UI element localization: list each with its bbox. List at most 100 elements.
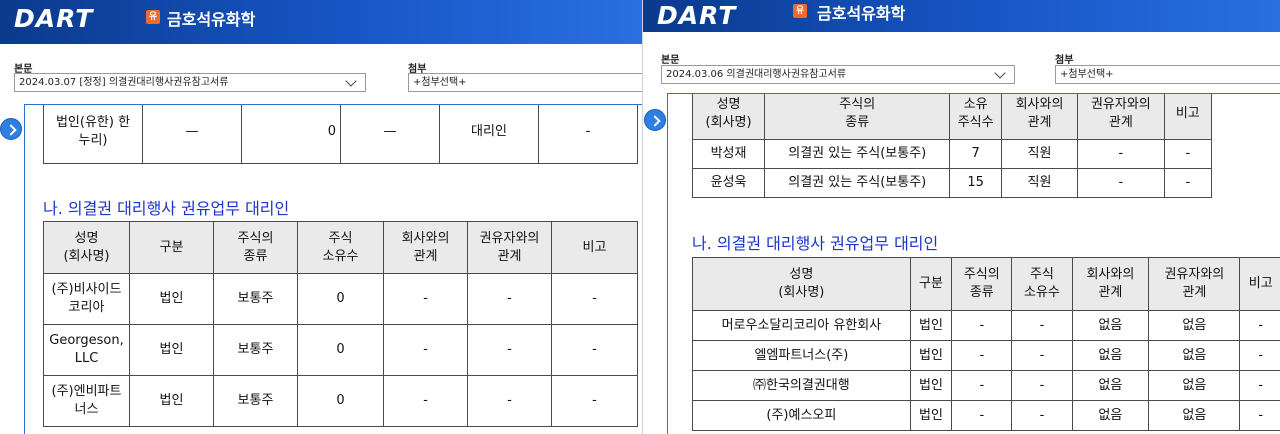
col-note: 비고 — [1239, 257, 1280, 311]
table-cell: - — [1011, 370, 1073, 401]
table-cell: 없음 — [1071, 340, 1150, 371]
col-solicitor-rel: 권유자와의 관계 — [1077, 94, 1165, 140]
table-cell: 7 — [949, 139, 1002, 169]
table-cell: - — [383, 375, 468, 427]
dart-logo[interactable]: DART — [657, 1, 736, 30]
table-cell: 0 — [297, 375, 384, 427]
table-row: (주)비사이드코리아 법인 보통주 0 - - - — [43, 273, 638, 325]
table-cell: 머로우소달리코리아 유한회사 — [692, 310, 911, 341]
table-cell: 엘엠파트너스(주) — [692, 340, 911, 371]
table-cell: 없음 — [1148, 370, 1241, 401]
table-cell: 0 — [297, 273, 384, 325]
table-cell: - — [1011, 400, 1073, 431]
dart-logo[interactable]: DART — [14, 4, 93, 33]
col-name: 성명 (회사명) — [691, 94, 766, 140]
col-shares: 소유 주식수 — [949, 94, 1002, 140]
table-cell: 법인 — [129, 375, 214, 427]
table-cell: 없음 — [1071, 400, 1150, 431]
table-cell: - — [1239, 310, 1280, 341]
table-cell: 직원 — [1000, 139, 1079, 169]
col-stock-type: 주식의 종류 — [951, 257, 1013, 311]
table-cell: - — [1077, 139, 1165, 169]
table-cell: 의결권 있는 주식(보통주) — [764, 168, 951, 198]
table-cell: - — [467, 324, 552, 376]
col-name: 성명 (회사명) — [692, 257, 911, 311]
table-cell: 15 — [949, 168, 1002, 198]
col-note: 비고 — [1163, 94, 1213, 140]
table-row: (주)예스오피 법인 - - 없음 없음 - — [692, 400, 1280, 431]
table-cell: - — [538, 105, 638, 164]
proxy-agent-table: 성명 (회사명) 구분 주식의 종류 주식 소유수 회사와의 관계 권유자와의 … — [692, 257, 1280, 431]
main-doc-select-value: 2024.03.07 [정정] 의결권대리행사권유참고서류 — [19, 77, 229, 88]
expand-toc-button[interactable] — [0, 118, 22, 140]
col-stock-type: 주식의 종류 — [764, 94, 951, 140]
left-document-pane: DART 유 금호석유화학 본문 2024.03.07 [정정] 의결권대리행사… — [0, 0, 642, 434]
table-header-row: 성명 (회사명) 구분 주식의 종류 주식 소유수 회사와의 관계 권유자와의 … — [692, 257, 1280, 311]
table-cell: ㈜한국의결권대행 — [692, 370, 911, 401]
table-cell: 법인 — [129, 273, 214, 325]
dart-header-bar: DART 유 금호석유화학 — [0, 0, 642, 44]
table-cell: 보통주 — [213, 375, 298, 427]
table-cell: 보통주 — [213, 273, 298, 325]
table-cell: 윤성욱 — [691, 168, 766, 198]
company-name[interactable]: 금호석유화학 — [817, 0, 905, 24]
col-note: 비고 — [551, 221, 638, 274]
col-type: 구분 — [909, 257, 953, 311]
table-cell: 없음 — [1071, 310, 1150, 341]
solicitor-table: 성명 (회사명) 주식의 종류 소유 주식수 회사와의 관계 권유자와의 관계 … — [691, 94, 1213, 198]
table-header-row: 성명 (회사명) 주식의 종류 소유 주식수 회사와의 관계 권유자와의 관계 … — [691, 94, 1213, 140]
col-solicitor-rel: 권유자와의 관계 — [467, 221, 552, 274]
col-shares: 주식 소유수 — [1011, 257, 1073, 311]
col-stock-type: 주식의 종류 — [213, 221, 298, 274]
table-cell: (주)예스오피 — [692, 400, 911, 431]
col-company-rel: 회사와의 관계 — [1071, 257, 1150, 311]
table-cell: - — [951, 340, 1013, 371]
company-type-badge: 유 — [793, 4, 807, 18]
prior-table: 법인(유한) 한 누리) — 0 — 대리인 - — [43, 105, 638, 164]
col-name: 성명 (회사명) — [43, 221, 130, 274]
table-cell: 법인(유한) 한 누리) — [43, 105, 143, 164]
main-doc-select[interactable]: 2024.03.07 [정정] 의결권대리행사권유참고서류 — [14, 73, 366, 92]
main-doc-select[interactable]: 2024.03.06 의결권대리행사권유참고서류 — [661, 65, 1015, 84]
table-cell: 보통주 — [213, 324, 298, 376]
table-cell: 없음 — [1148, 400, 1241, 431]
table-cell: 대리인 — [439, 105, 539, 164]
table-row: Georgeson, LLC 법인 보통주 0 - - - — [43, 324, 638, 376]
table-cell: — — [340, 105, 440, 164]
chevron-down-icon — [345, 75, 357, 87]
document-body: 법인(유한) 한 누리) — 0 — 대리인 - 나. 의결권 대리행사 권유업… — [24, 104, 642, 434]
table-cell: - — [467, 273, 552, 325]
table-cell: - — [1011, 340, 1073, 371]
table-cell: 법인 — [909, 310, 953, 341]
table-cell: - — [1163, 139, 1213, 169]
attachment-select[interactable]: +첨부선택+ — [1055, 65, 1280, 84]
company-name[interactable]: 금호석유화학 — [167, 6, 255, 30]
table-cell: (주)비사이드코리아 — [43, 273, 130, 325]
col-shares: 주식 소유수 — [297, 221, 384, 274]
table-cell: 의결권 있는 주식(보통주) — [764, 139, 951, 169]
table-cell: 박성재 — [691, 139, 766, 169]
main-doc-select-value: 2024.03.06 의결권대리행사권유참고서류 — [666, 69, 847, 80]
section-title: 나. 의결권 대리행사 권유업무 대리인 — [43, 199, 290, 218]
table-cell: 직원 — [1000, 168, 1079, 198]
attachment-select[interactable]: +첨부선택+ — [408, 73, 642, 92]
table-cell: - — [1077, 168, 1165, 198]
table-cell: - — [551, 375, 638, 427]
expand-toc-button[interactable] — [644, 109, 666, 131]
attachment-label: 첨부 — [1055, 55, 1074, 66]
table-row: (주)엔비파트너스 법인 보통주 0 - - - — [43, 375, 638, 427]
main-doc-label: 본문 — [661, 55, 680, 66]
table-cell: - — [1011, 310, 1073, 341]
right-document-pane: DART 유 금호석유화학 본문 2024.03.06 의결권대리행사권유참고서… — [642, 0, 1280, 434]
table-cell: - — [1239, 370, 1280, 401]
table-cell: - — [383, 324, 468, 376]
table-row: 엘엠파트너스(주) 법인 - - 없음 없음 - — [692, 340, 1280, 371]
table-cell: 법인 — [909, 340, 953, 371]
table-cell: 법인 — [909, 400, 953, 431]
attachment-select-value: +첨부선택+ — [1060, 69, 1114, 80]
table-cell: - — [551, 324, 638, 376]
table-cell: 법인 — [129, 324, 214, 376]
dart-header-bar: DART 유 금호석유화학 — [643, 0, 1280, 32]
table-cell: 0 — [297, 324, 384, 376]
table-cell: - — [551, 273, 638, 325]
